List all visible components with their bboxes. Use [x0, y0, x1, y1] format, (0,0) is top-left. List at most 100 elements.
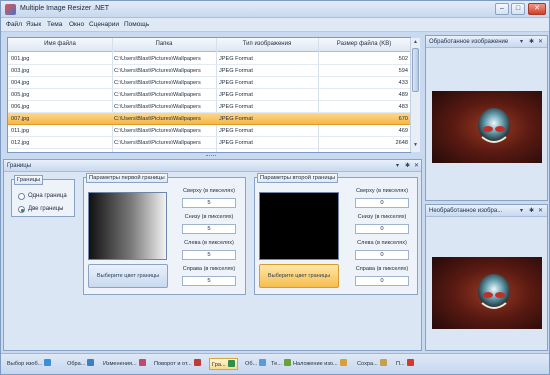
- menu-file[interactable]: Файл: [6, 21, 22, 28]
- pin-icon[interactable]: ✱: [405, 162, 410, 169]
- bottom-pixels-field[interactable]: 0: [355, 224, 409, 234]
- scrollbar-thumb[interactable]: [412, 48, 419, 92]
- maximize-button[interactable]: □: [511, 3, 525, 15]
- group-caption: Параметры второй границы: [257, 173, 339, 183]
- select-border-color-button[interactable]: Выберите цвет границы: [88, 264, 168, 288]
- dropdown-icon[interactable]: ▾: [396, 162, 399, 169]
- field-label: Справа (в пикселях): [182, 266, 236, 272]
- select-images-icon: [44, 359, 52, 366]
- close-icon[interactable]: ✕: [538, 207, 543, 214]
- cell-type: JPEG Format: [219, 56, 253, 62]
- scroll-up-icon[interactable]: ▲: [412, 39, 419, 47]
- tab-label: Наложение изо...: [293, 361, 338, 367]
- tab-changes[interactable]: Изменения...: [103, 359, 146, 371]
- tab-label: П...: [396, 361, 405, 367]
- dropdown-icon[interactable]: ▾: [520, 207, 523, 214]
- minimize-button[interactable]: –: [495, 3, 509, 15]
- select-border-color-button[interactable]: Выберите цвет границы: [259, 264, 339, 288]
- cell-size: 469: [398, 128, 408, 134]
- table-row[interactable]: 004.jpg C:\Users\Blast\Pictures\Wallpape…: [8, 77, 410, 89]
- tab-overlay[interactable]: Наложение изо...: [293, 359, 347, 371]
- cell-type: JPEG Format: [219, 140, 253, 146]
- other-icon: [259, 359, 267, 366]
- borders-group: Границы Одна граница Две границы: [11, 175, 75, 217]
- scroll-down-icon[interactable]: ▼: [412, 142, 419, 150]
- window-title: Multiple Image Resizer .NET: [20, 5, 110, 12]
- pin-icon[interactable]: ✱: [529, 38, 534, 45]
- tab-process[interactable]: П...: [396, 359, 414, 371]
- group-caption: Границы: [14, 175, 44, 185]
- cell-folder: C:\Users\Blast\Pictures\Wallpapers: [114, 80, 201, 86]
- menu-bar: Файл Язык Тема Окно Сценарии Помощь: [1, 18, 549, 32]
- table-row-selected[interactable]: 007.jpg C:\Users\Blast\Pictures\Wallpape…: [8, 113, 410, 125]
- tab-label: Об...: [245, 361, 258, 367]
- menu-theme[interactable]: Тема: [47, 21, 62, 28]
- grid-header: Имя файла Папка Тип изображения Размер ф…: [8, 38, 410, 52]
- cell-size: 670: [398, 116, 408, 122]
- column-header-folder[interactable]: Папка: [112, 41, 216, 47]
- table-row[interactable]: 012.jpg C:\Users\Blast\Pictures\Wallpape…: [8, 137, 410, 149]
- cell-size: 483: [398, 104, 408, 110]
- table-row[interactable]: 006.jpg C:\Users\Blast\Pictures\Wallpape…: [8, 101, 410, 113]
- table-row[interactable]: 003.jpg C:\Users\Blast\Pictures\Wallpape…: [8, 65, 410, 77]
- save-icon: [379, 359, 387, 366]
- close-window-button[interactable]: ✕: [528, 3, 546, 15]
- tab-processing[interactable]: Обра...: [67, 359, 95, 371]
- cell-filename: 012.jpg: [11, 140, 30, 146]
- splitter-handle[interactable]: [206, 155, 216, 157]
- cell-filename: 005.jpg: [11, 92, 30, 98]
- bottom-pixels-field[interactable]: 5: [182, 224, 236, 234]
- right-pixels-field[interactable]: 5: [182, 276, 236, 286]
- menu-help[interactable]: Помощь: [124, 21, 149, 28]
- menu-scripts[interactable]: Сценарии: [89, 21, 119, 28]
- menu-window[interactable]: Окно: [69, 21, 84, 28]
- dropdown-icon[interactable]: ▾: [520, 38, 523, 45]
- pin-icon[interactable]: ✱: [529, 207, 534, 214]
- menu-language[interactable]: Язык: [26, 21, 41, 28]
- right-pixels-field[interactable]: 0: [355, 276, 409, 286]
- border-color-preview: [259, 192, 339, 260]
- overlay-icon: [339, 359, 347, 366]
- left-pixels-field[interactable]: 0: [355, 250, 409, 260]
- radio-label: Две границы: [28, 206, 64, 212]
- changes-icon: [138, 359, 146, 366]
- radio-two-borders[interactable]: [18, 206, 25, 213]
- cell-filename: 006.jpg: [11, 104, 30, 110]
- close-icon[interactable]: ✕: [538, 38, 543, 45]
- cell-filename: 007.jpg: [11, 116, 30, 122]
- table-row[interactable]: 011.jpg C:\Users\Blast\Pictures\Wallpape…: [8, 125, 410, 137]
- cell-folder: C:\Users\Blast\Pictures\Wallpapers: [114, 68, 201, 74]
- field-label: Снизу (в пикселях): [184, 214, 234, 220]
- tab-text[interactable]: Те...: [271, 359, 291, 371]
- top-pixels-field[interactable]: 5: [182, 198, 236, 208]
- tab-borders[interactable]: Гра...: [209, 358, 238, 370]
- tab-rotate[interactable]: Поворот и от...: [154, 359, 201, 371]
- cell-type: JPEG Format: [219, 68, 253, 74]
- left-pixels-field[interactable]: 5: [182, 250, 236, 260]
- cell-filename: 001.jpg: [11, 56, 30, 62]
- cell-folder: C:\Users\Blast\Pictures\Wallpapers: [114, 56, 201, 62]
- radio-label: Одна граница: [28, 193, 67, 199]
- table-row[interactable]: 001.jpg C:\Users\Blast\Pictures\Wallpape…: [8, 53, 410, 65]
- app-icon: [5, 4, 16, 15]
- top-pixels-field[interactable]: 0: [355, 198, 409, 208]
- cell-type: JPEG Format: [219, 128, 253, 134]
- table-row[interactable]: 005.jpg C:\Users\Blast\Pictures\Wallpape…: [8, 89, 410, 101]
- tab-label: Обра...: [67, 361, 86, 367]
- tab-save[interactable]: Сохра...: [357, 359, 387, 371]
- grid-vertical-scrollbar[interactable]: ▲ ▼: [410, 38, 420, 152]
- radio-one-border[interactable]: [18, 193, 25, 200]
- border-color-preview: [88, 192, 167, 260]
- cell-size: 594: [398, 68, 408, 74]
- close-icon[interactable]: ✕: [414, 162, 419, 169]
- tab-select-images[interactable]: Выбор изоб...: [7, 359, 52, 371]
- column-header-filename[interactable]: Имя файла: [8, 41, 112, 47]
- rotate-icon: [193, 359, 201, 366]
- cell-size: 502: [398, 56, 408, 62]
- cell-size: 489: [398, 92, 408, 98]
- file-grid: Имя файла Папка Тип изображения Размер ф…: [7, 37, 411, 153]
- tab-other[interactable]: Об...: [245, 359, 267, 371]
- column-header-type[interactable]: Тип изображения: [216, 41, 318, 47]
- column-header-size[interactable]: Размер файла (KB): [318, 41, 410, 47]
- wallpaper-image: [432, 257, 542, 329]
